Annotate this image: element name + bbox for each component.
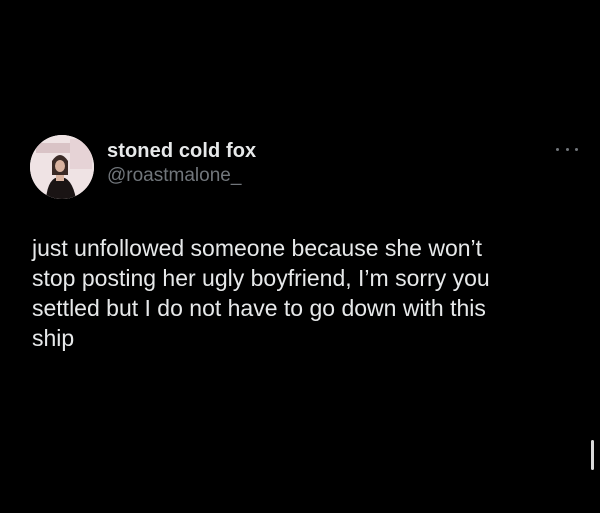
- more-dot: [575, 147, 578, 151]
- author-display-name[interactable]: stoned cold fox: [107, 138, 256, 164]
- scrollbar[interactable]: [591, 440, 594, 470]
- author-names: stoned cold fox @roastmalone_: [107, 138, 256, 188]
- author-handle[interactable]: @roastmalone_: [107, 164, 256, 188]
- more-dot: [565, 147, 569, 151]
- tweet-text-line: just unfollowed someone because she won’…: [32, 235, 483, 261]
- more-dot: [556, 147, 559, 151]
- avatar[interactable]: [30, 135, 94, 199]
- tweet-text: just unfollowed someone because she won’…: [32, 233, 562, 353]
- tweet-header: stoned cold fox @roastmalone_: [30, 132, 256, 202]
- tweet: stoned cold fox @roastmalone_ just unfol…: [0, 0, 600, 513]
- tweet-text-line: ship: [32, 325, 75, 351]
- more-horizontal-icon[interactable]: [556, 144, 578, 154]
- tweet-text-line: stop posting her ugly boyfriend, I’m sor…: [32, 265, 490, 291]
- avatar-image: [30, 135, 94, 199]
- tweet-text-line: settled but I do not have to go down wit…: [32, 295, 486, 321]
